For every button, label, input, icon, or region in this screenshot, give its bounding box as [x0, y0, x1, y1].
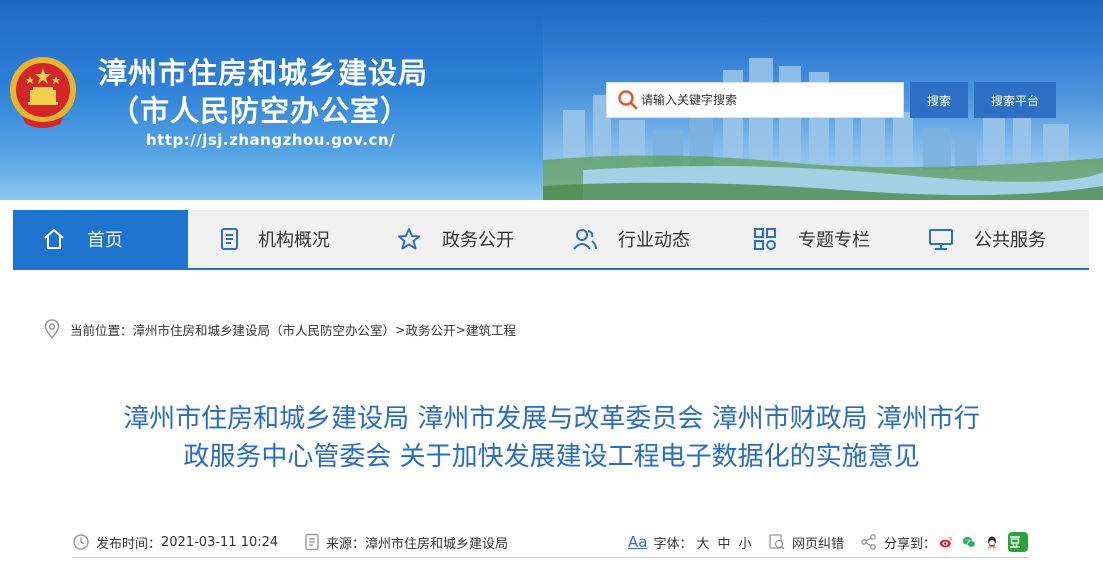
- document-icon: [221, 228, 238, 250]
- font-size-small[interactable]: 小: [739, 533, 752, 552]
- breadcrumb-separator: >: [455, 321, 467, 337]
- location-pin-icon: [44, 319, 60, 339]
- font-size-large[interactable]: 大: [696, 533, 709, 552]
- font-size-controls: Aa 字体： 大 中 小: [628, 532, 756, 552]
- site-url[interactable]: http://jsj.zhangzhou.gov.cn/: [146, 131, 395, 149]
- error-report-label: 网页纠错: [792, 536, 845, 552]
- nav-item-label: 专题专栏: [798, 230, 870, 251]
- breadcrumb-current-link[interactable]: 建筑工程: [466, 320, 516, 339]
- site-subtitle: （市人民防空办公室）: [110, 94, 411, 128]
- error-report-icon: [769, 534, 785, 550]
- nav-item-label: 首页: [87, 230, 123, 251]
- main-nav: 首页 机构概况 政务公开 行业动态 专题专栏 公共服务: [13, 210, 1089, 270]
- article-source: 来源： 漳州市住房和城乡建设局: [304, 532, 508, 552]
- search-button[interactable]: 搜索: [910, 82, 968, 118]
- search-box: [606, 82, 904, 118]
- publish-date-label: 发布时间：: [96, 536, 162, 552]
- article-title-line: 政服务中心管委会 关于加快发展建设工程电子数据化的实施意见: [183, 442, 920, 472]
- search-platform-button[interactable]: 搜索平台: [974, 82, 1056, 118]
- wechat-share-icon[interactable]: [962, 532, 982, 552]
- nav-item-public-service[interactable]: 公共服务: [900, 210, 1089, 268]
- qq-share-icon[interactable]: [985, 532, 1005, 552]
- site-title: 漳州市住房和城乡建设局: [98, 56, 429, 90]
- share-controls: 分享到：: [860, 532, 1029, 552]
- site-header: 漳州市住房和城乡建设局 （市人民防空办公室） http://jsj.zhangz…: [0, 0, 1103, 200]
- grid-icon: [754, 228, 776, 250]
- nav-item-label: 公共服务: [974, 230, 1046, 251]
- article-title-line: 漳州市住房和城乡建设局 漳州市发展与改革委员会 漳州市财政局 漳州市行: [123, 404, 980, 434]
- font-size-icon: Aa: [628, 533, 648, 551]
- breadcrumb-separator: >: [395, 321, 406, 337]
- nav-item-about[interactable]: 机构概况: [188, 210, 368, 268]
- search-icon: [618, 90, 638, 110]
- douban-share-icon[interactable]: [1008, 532, 1029, 552]
- share-icon: [861, 534, 876, 550]
- nav-item-label: 行业动态: [618, 230, 690, 251]
- error-report[interactable]: 网页纠错: [768, 532, 844, 552]
- article-title: 漳州市住房和城乡建设局 漳州市发展与改革委员会 漳州市财政局 漳州市行 政服务中…: [80, 400, 1023, 476]
- publish-date: 发布时间： 2021-03-11 10:24: [72, 532, 278, 552]
- breadcrumb: 当前位置： 漳州市住房和城乡建设局（市人民防空办公室） > 政务公开 > 建筑工…: [44, 318, 516, 340]
- breadcrumb-section-link[interactable]: 政务公开: [406, 320, 456, 339]
- source-label: 来源：: [326, 536, 366, 552]
- weibo-share-icon[interactable]: [939, 532, 959, 552]
- article-meta: 发布时间： 2021-03-11 10:24 来源： 漳州市住房和城乡建设局 A…: [72, 528, 1029, 558]
- home-icon: [44, 229, 64, 249]
- monitor-icon: [929, 229, 953, 250]
- font-size-medium[interactable]: 中: [717, 533, 730, 552]
- font-size-label: 字体：: [653, 536, 693, 552]
- clock-icon: [73, 534, 89, 550]
- breadcrumb-prefix: 当前位置：: [70, 322, 133, 338]
- source-value: 漳州市住房和城乡建设局: [365, 536, 509, 552]
- nav-item-label: 政务公开: [442, 230, 514, 251]
- nav-item-industry-news[interactable]: 行业动态: [544, 210, 724, 268]
- nav-item-special-topics[interactable]: 专题专栏: [724, 210, 900, 268]
- breadcrumb-home-link[interactable]: 漳州市住房和城乡建设局（市人民防空办公室）: [133, 320, 396, 339]
- national-emblem-icon: [10, 57, 76, 128]
- share-label: 分享到：: [884, 536, 937, 552]
- nav-item-gov-affairs[interactable]: 政务公开: [368, 210, 544, 268]
- nav-item-label: 机构概况: [258, 230, 330, 251]
- users-icon: [573, 229, 597, 250]
- star-icon: [398, 228, 420, 250]
- publish-date-value: 2021-03-11 10:24: [161, 534, 279, 550]
- source-document-icon: [305, 533, 319, 551]
- search-input[interactable]: [641, 85, 891, 115]
- nav-item-home[interactable]: 首页: [13, 210, 188, 268]
